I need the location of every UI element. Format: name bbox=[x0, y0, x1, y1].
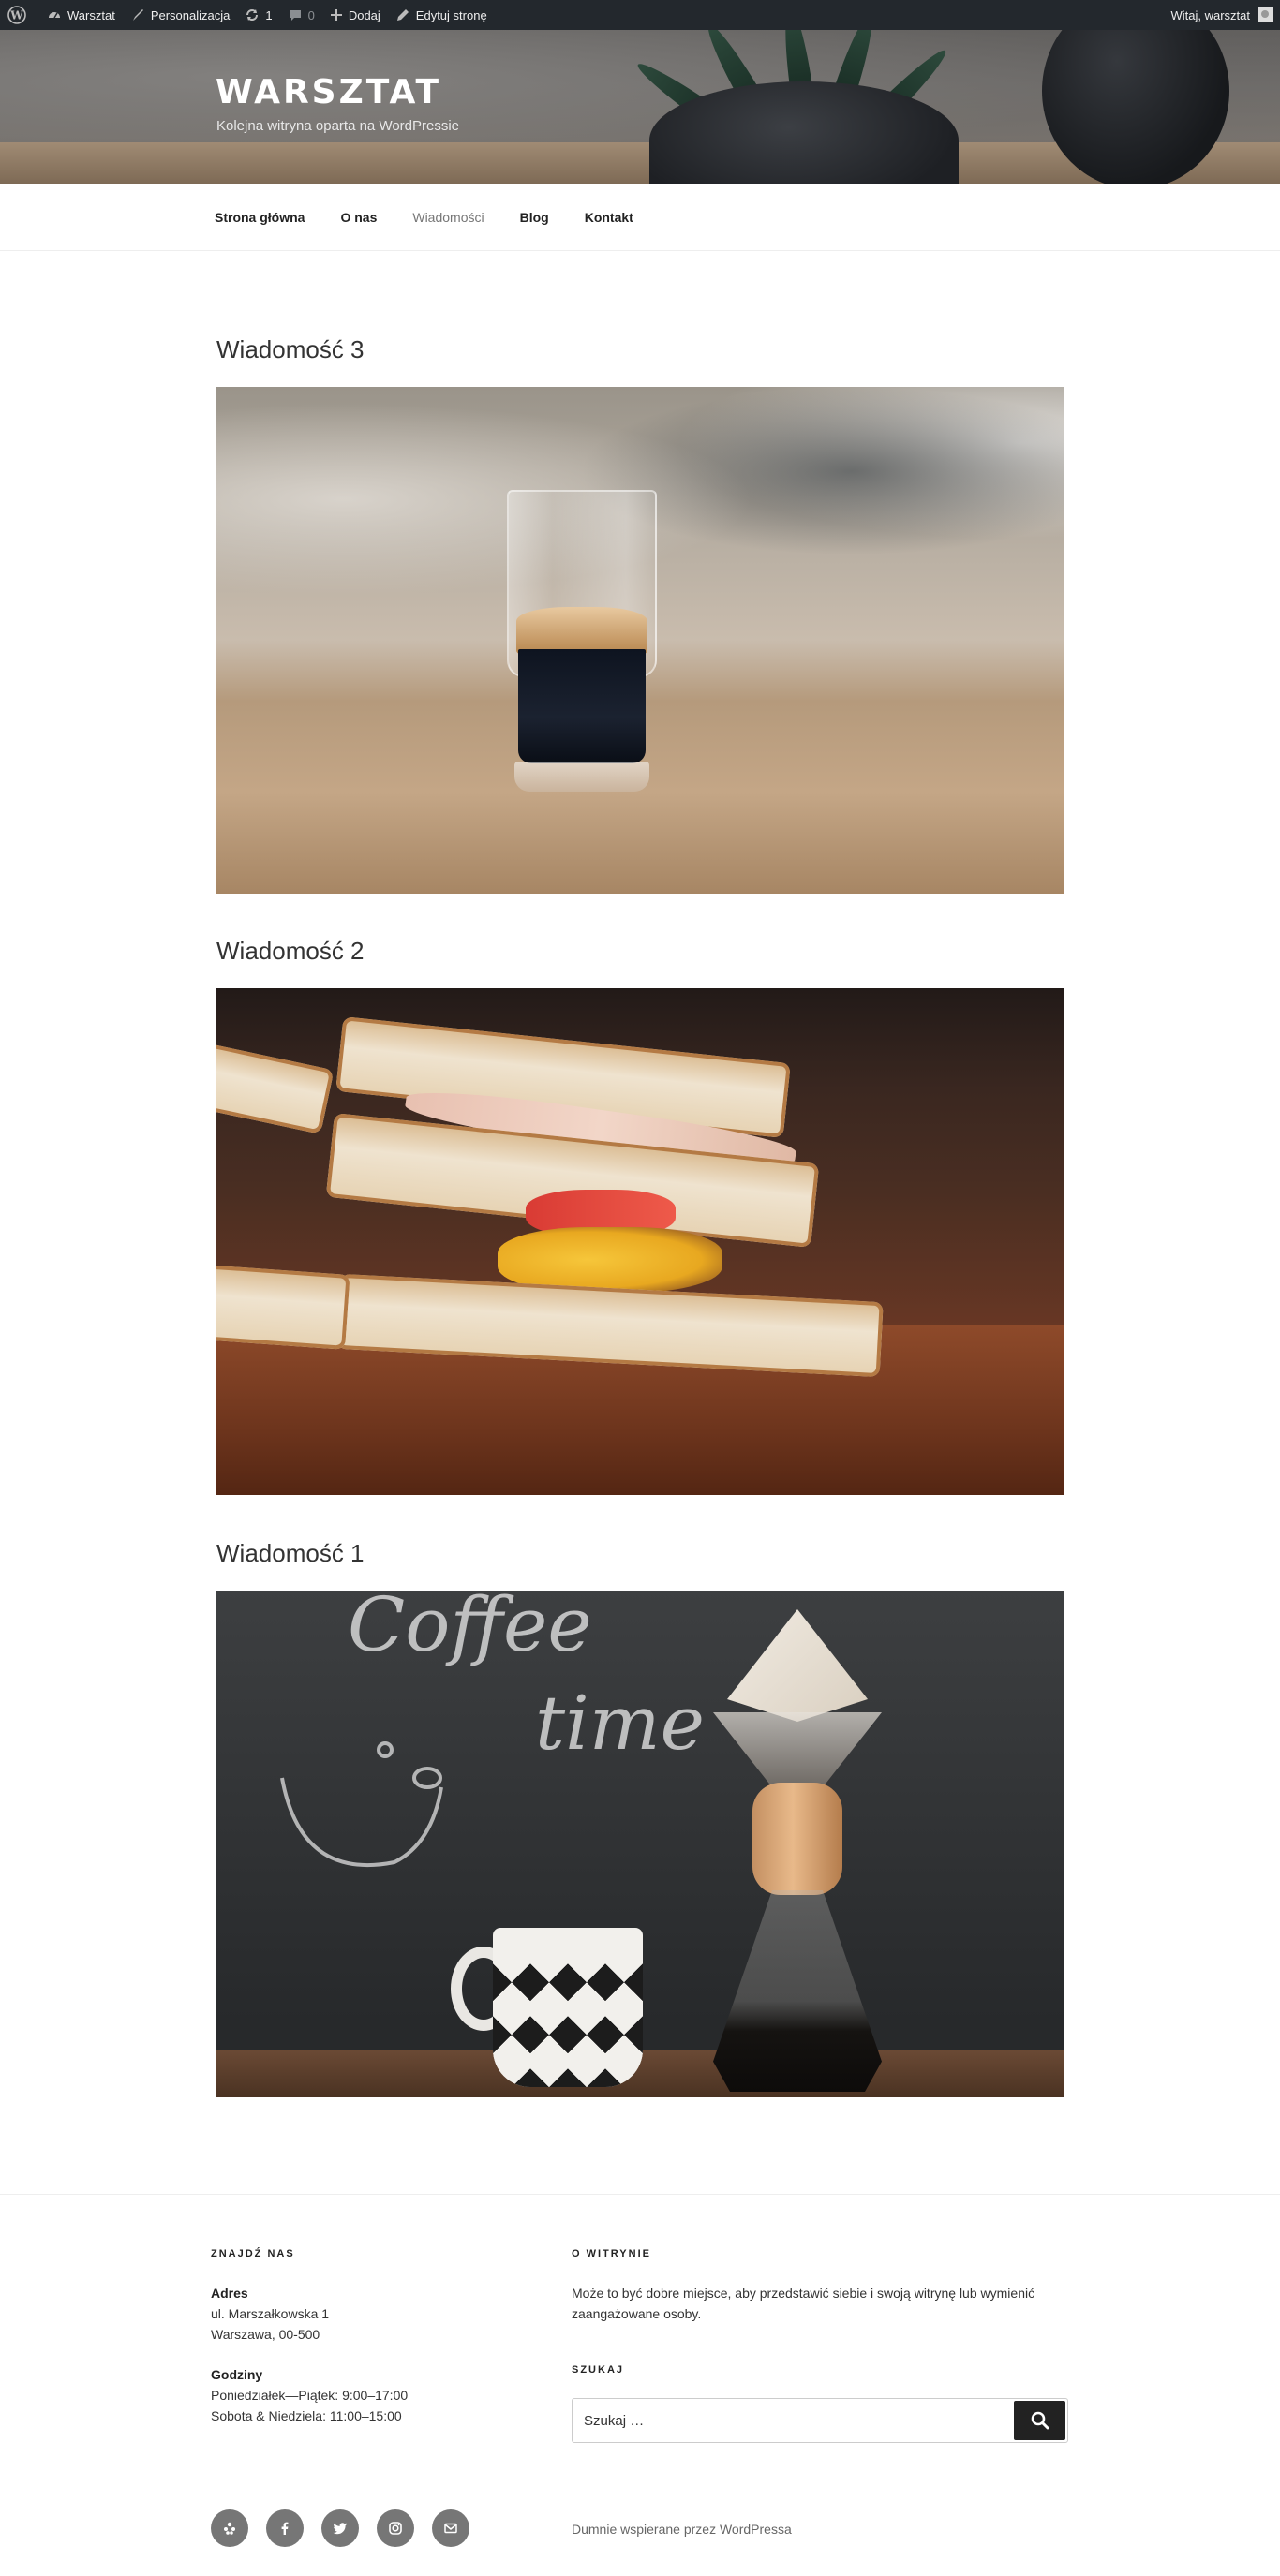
nav-item-news[interactable]: Wiadomości bbox=[394, 210, 501, 225]
about-text: Może to być dobre miejsce, aby przedstaw… bbox=[572, 2283, 1034, 2324]
about-text-line-1: Może to być dobre miejsce, aby przedstaw… bbox=[572, 2286, 1035, 2301]
wordpress-logo-icon[interactable]: W bbox=[0, 0, 39, 30]
avatar bbox=[1258, 7, 1273, 22]
post-thumbnail-sandwich[interactable] bbox=[216, 988, 1064, 1495]
bread-slice bbox=[216, 1264, 350, 1350]
wooden-collar bbox=[752, 1783, 842, 1895]
nav-item-about[interactable]: O nas bbox=[322, 210, 394, 225]
search-button[interactable] bbox=[1014, 2401, 1065, 2440]
address-line-2: Warszawa, 00-500 bbox=[211, 2327, 320, 2342]
instagram-icon[interactable] bbox=[377, 2509, 414, 2547]
chalk-text-time: time bbox=[535, 1680, 705, 1767]
search-input[interactable] bbox=[573, 2400, 1014, 2441]
nav-item-home[interactable]: Strona główna bbox=[197, 210, 322, 225]
plus-icon bbox=[330, 9, 342, 21]
glass-base bbox=[514, 762, 649, 792]
email-icon[interactable] bbox=[432, 2509, 469, 2547]
admin-new[interactable]: Dodaj bbox=[322, 0, 388, 30]
site-tagline: Kolejna witryna oparta na WordPressie bbox=[216, 118, 460, 134]
search-title: SZUKAJ bbox=[572, 2364, 625, 2376]
about-text-line-2: zaangażowane osoby. bbox=[572, 2306, 702, 2321]
nav-item-contact[interactable]: Kontakt bbox=[567, 210, 651, 225]
admin-comments[interactable]: 0 bbox=[280, 0, 322, 30]
social-links bbox=[211, 2509, 487, 2547]
egg bbox=[498, 1227, 722, 1293]
address-block: Adres ul. Marszałkowska 1 Warszawa, 00-5… bbox=[211, 2283, 329, 2345]
admin-comments-count: 0 bbox=[307, 7, 315, 22]
admin-customize-label: Personalizacja bbox=[150, 7, 231, 22]
bread-slice bbox=[216, 1039, 335, 1134]
powered-by-link[interactable]: Dumnie wspierane przez WordPressa bbox=[572, 2522, 792, 2537]
paper-filter bbox=[727, 1609, 868, 1722]
admin-edit-page-label: Edytuj stronę bbox=[415, 7, 487, 22]
coffee bbox=[518, 649, 646, 763]
hours-line-2: Sobota & Niedziela: 11:00–15:00 bbox=[211, 2408, 402, 2423]
post-thumbnail-espresso[interactable] bbox=[216, 387, 1064, 894]
admin-greeting: Witaj, warsztat bbox=[1170, 7, 1250, 22]
admin-updates[interactable]: 1 bbox=[237, 0, 279, 30]
post-title[interactable]: Wiadomość 2 bbox=[216, 937, 365, 966]
admin-updates-count: 1 bbox=[265, 7, 273, 22]
harlequin-cup bbox=[493, 1928, 643, 2087]
admin-my-account[interactable]: Witaj, warsztat bbox=[1163, 0, 1280, 30]
address-line-1: ul. Marszałkowska 1 bbox=[211, 2306, 330, 2321]
comment-icon bbox=[289, 10, 301, 21]
address-label: Adres bbox=[211, 2286, 248, 2301]
post-title[interactable]: Wiadomość 3 bbox=[216, 335, 365, 364]
post-thumbnail-coffee-time[interactable]: Coffee time bbox=[216, 1591, 1064, 2097]
hours-label: Godziny bbox=[211, 2367, 263, 2382]
admin-site-name[interactable]: Warsztat bbox=[39, 0, 123, 30]
about-title: O WITRYNIE bbox=[572, 2248, 651, 2259]
post-title[interactable]: Wiadomość 1 bbox=[216, 1539, 365, 1568]
smiley-icon bbox=[280, 1741, 443, 1868]
svg-text:W: W bbox=[9, 9, 23, 22]
plant-pot bbox=[1042, 30, 1229, 184]
facebook-icon[interactable] bbox=[266, 2509, 304, 2547]
hours-block: Godziny Poniedziałek—Piątek: 9:00–17:00 … bbox=[211, 2364, 408, 2426]
site-header: WARSZTAT Kolejna witryna oparta na WordP… bbox=[0, 30, 1280, 184]
site-title[interactable]: WARSZTAT bbox=[216, 73, 441, 111]
brush-icon bbox=[132, 9, 143, 21]
admin-customize[interactable]: Personalizacja bbox=[123, 0, 238, 30]
find-us-title: ZNAJDŹ NAS bbox=[211, 2248, 295, 2259]
yelp-icon[interactable] bbox=[211, 2509, 248, 2547]
cup-pattern bbox=[493, 1956, 643, 2087]
footer-divider bbox=[0, 2194, 1280, 2195]
coffee-maker-top bbox=[713, 1712, 882, 1787]
hours-line-1: Poniedziałek—Piątek: 9:00–17:00 bbox=[211, 2388, 409, 2403]
coffee-maker-bottom bbox=[713, 1890, 882, 2092]
search-icon bbox=[1031, 2411, 1049, 2430]
admin-bar: W Warsztat Personalizacja 1 0 Dodaj Edyt… bbox=[0, 0, 1280, 30]
dashboard-icon bbox=[49, 12, 60, 19]
admin-new-label: Dodaj bbox=[348, 7, 380, 22]
admin-edit-page[interactable]: Edytuj stronę bbox=[388, 0, 495, 30]
admin-site-name-label: Warsztat bbox=[67, 7, 115, 22]
chalk-text-coffee: Coffee bbox=[348, 1591, 592, 1668]
search-form bbox=[572, 2398, 1068, 2443]
crema bbox=[516, 607, 647, 654]
pencil-icon bbox=[396, 9, 409, 21]
twitter-icon[interactable] bbox=[321, 2509, 359, 2547]
updates-icon bbox=[246, 9, 259, 21]
main-navigation: Strona główna O nas Wiadomości Blog Kont… bbox=[0, 184, 1280, 251]
nav-item-blog[interactable]: Blog bbox=[502, 210, 567, 225]
